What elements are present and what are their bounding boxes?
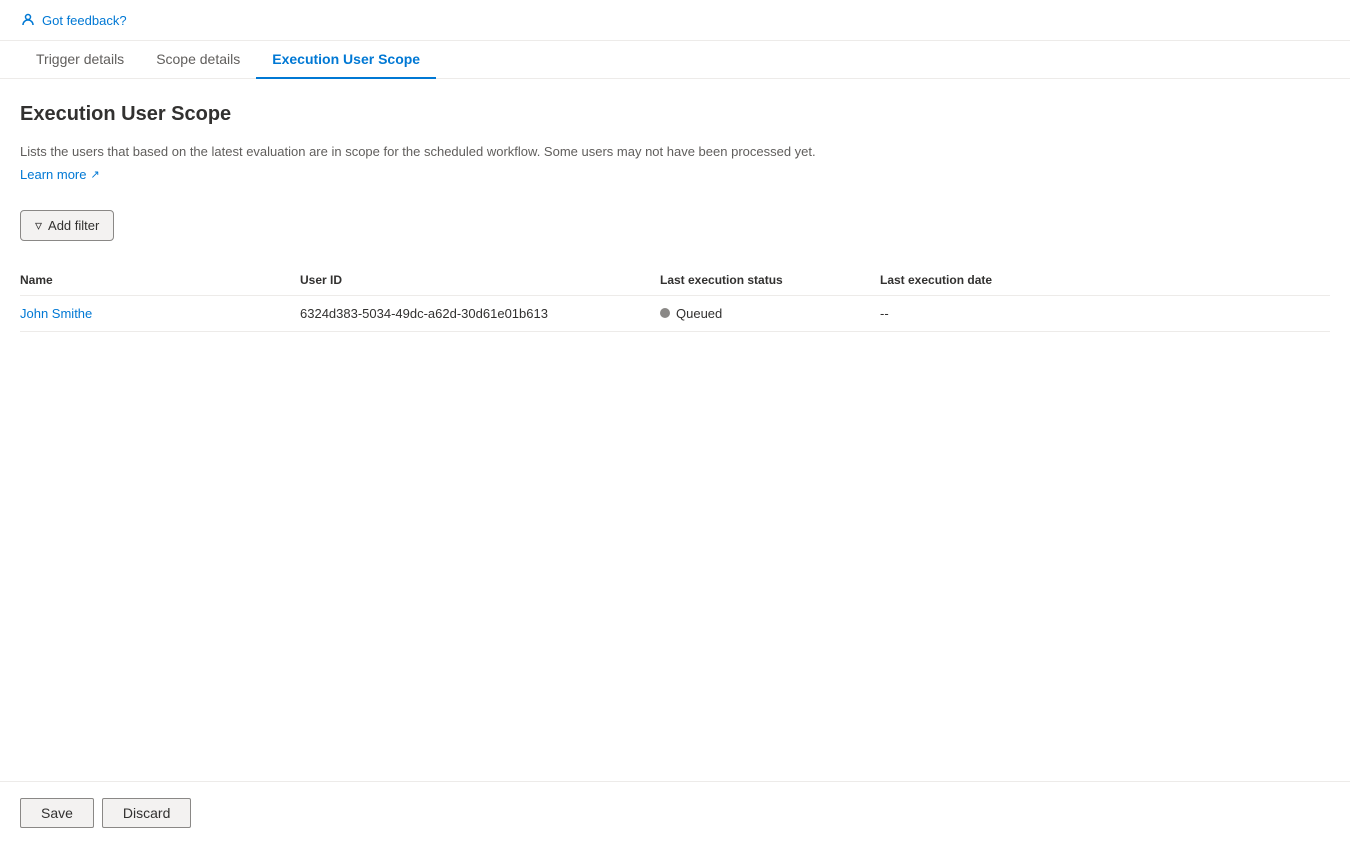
main-content: Execution User Scope Lists the users tha… xyxy=(0,79,1350,781)
add-filter-button[interactable]: ▿ Add filter xyxy=(20,210,114,241)
external-link-icon: ↗ xyxy=(90,168,99,181)
description-text: Lists the users that based on the latest… xyxy=(20,142,1330,162)
footer: Save Discard xyxy=(0,781,1350,844)
discard-button[interactable]: Discard xyxy=(102,798,191,828)
status-label: Queued xyxy=(676,306,722,321)
col-header-status: Last execution status xyxy=(660,265,880,296)
cell-user-id: 6324d383-5034-49dc-a62d-30d61e01b613 xyxy=(300,295,660,331)
user-name-link[interactable]: John Smithe xyxy=(20,306,92,321)
add-filter-label: Add filter xyxy=(48,218,99,233)
feedback-bar: Got feedback? xyxy=(0,0,1350,41)
col-header-user-id: User ID xyxy=(300,265,660,296)
tab-trigger-details[interactable]: Trigger details xyxy=(20,41,140,79)
table-row: John Smithe 6324d383-5034-49dc-a62d-30d61… xyxy=(20,295,1330,331)
status-dot-icon xyxy=(660,308,670,318)
save-button[interactable]: Save xyxy=(20,798,94,828)
learn-more-link[interactable]: Learn more ↗ xyxy=(20,167,100,182)
user-scope-table: Name User ID Last execution status Last … xyxy=(20,265,1330,332)
col-header-name: Name xyxy=(20,265,300,296)
tab-execution-user-scope[interactable]: Execution User Scope xyxy=(256,41,436,79)
cell-user-name: John Smithe xyxy=(20,295,300,331)
table-header-row: Name User ID Last execution status Last … xyxy=(20,265,1330,296)
tab-nav: Trigger details Scope details Execution … xyxy=(0,41,1350,79)
learn-more-label: Learn more xyxy=(20,167,86,182)
filter-icon: ▿ xyxy=(35,217,42,234)
cell-status: Queued xyxy=(660,295,880,331)
page-title: Execution User Scope xyxy=(20,103,1330,126)
tab-scope-details[interactable]: Scope details xyxy=(140,41,256,79)
feedback-link[interactable]: Got feedback? xyxy=(42,13,127,28)
col-header-date: Last execution date xyxy=(880,265,1330,296)
feedback-icon xyxy=(20,12,36,28)
cell-last-execution-date: -- xyxy=(880,295,1330,331)
